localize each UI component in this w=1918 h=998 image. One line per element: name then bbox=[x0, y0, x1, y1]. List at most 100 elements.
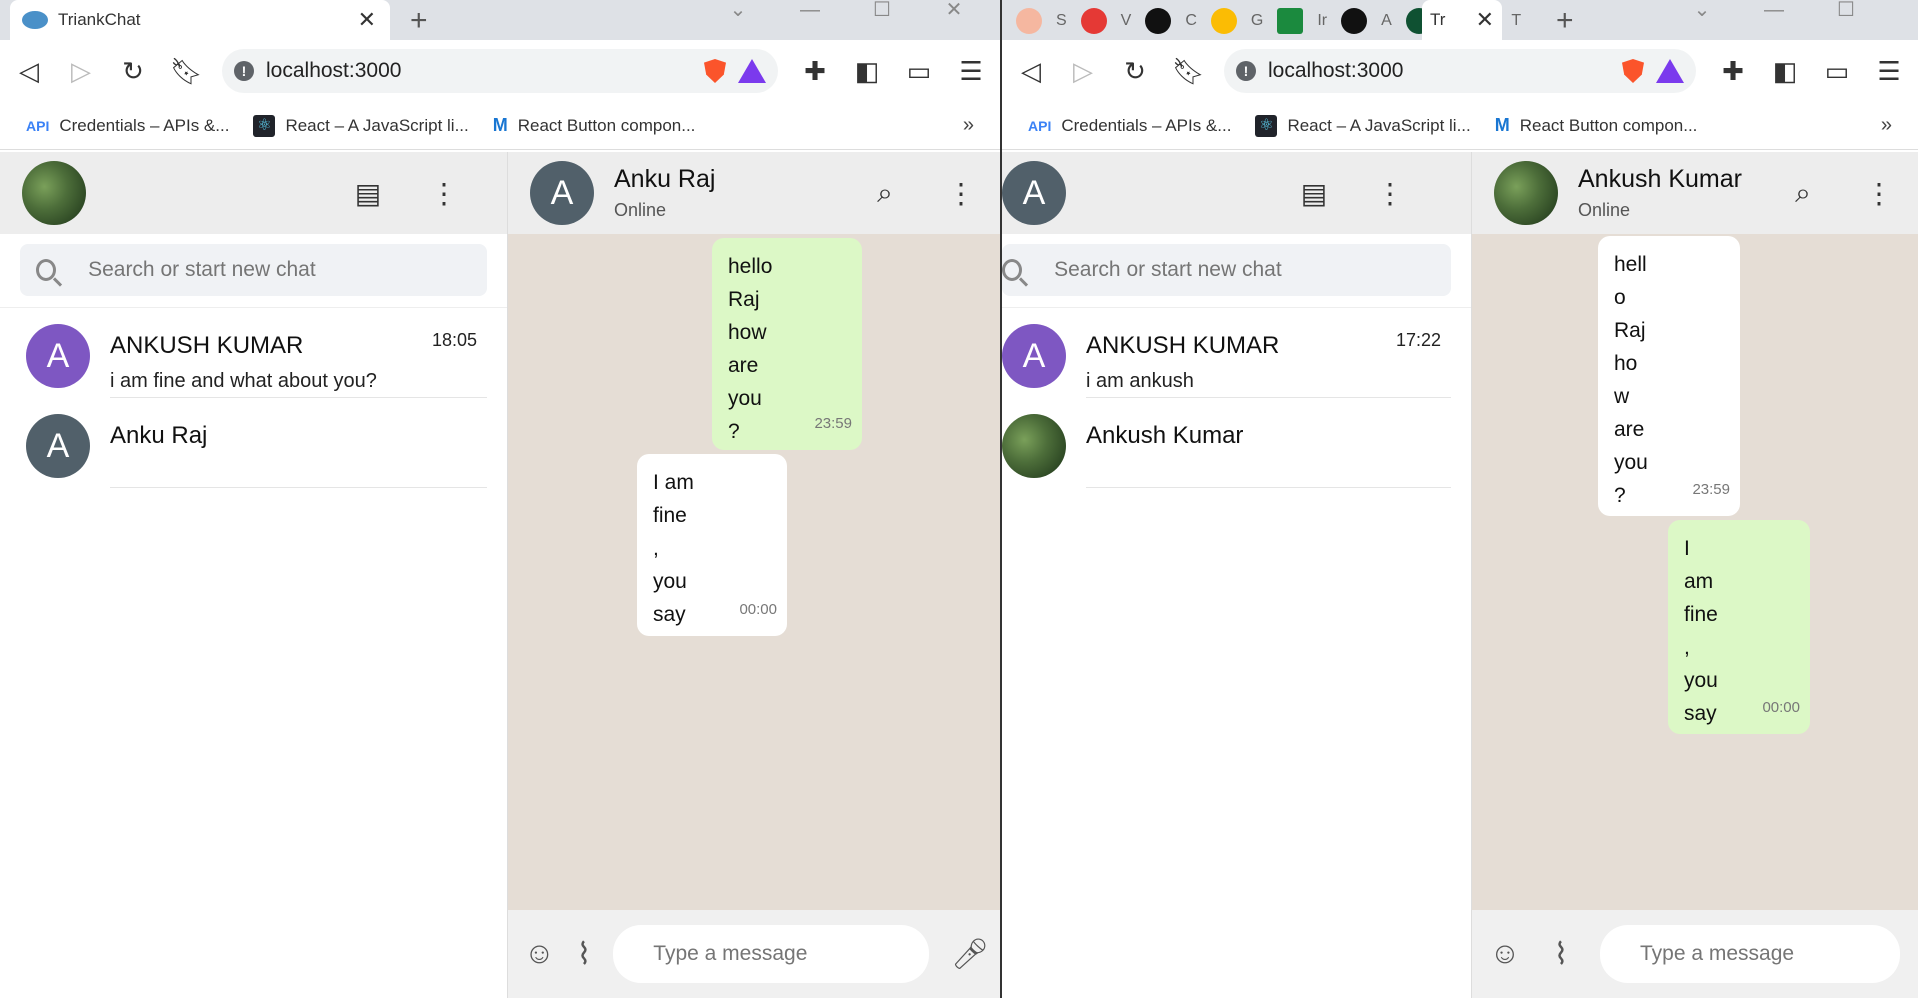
address-bar[interactable]: ! localhost:3000 bbox=[222, 49, 778, 93]
new-tab-icon[interactable]: + bbox=[410, 4, 428, 38]
more-bookmarks-icon[interactable]: » bbox=[963, 114, 974, 137]
react-icon: ⚛ bbox=[253, 114, 276, 137]
more-options-icon[interactable]: ⋮ bbox=[427, 177, 461, 210]
menu-icon[interactable]: ☰ bbox=[956, 56, 986, 87]
brave-rewards-icon[interactable] bbox=[1656, 59, 1684, 83]
api-icon: API bbox=[1028, 117, 1052, 134]
attach-icon[interactable]: ⌇ bbox=[577, 937, 592, 972]
more-bookmarks-icon[interactable]: » bbox=[1881, 114, 1892, 137]
minimize-icon[interactable]: — bbox=[774, 0, 846, 20]
bookmark-icon[interactable]: 🔖︎ bbox=[1172, 56, 1205, 87]
reload-icon[interactable]: ↻ bbox=[1120, 56, 1150, 87]
info-icon[interactable]: ! bbox=[1236, 61, 1256, 81]
pinned-tab-icon[interactable] bbox=[1016, 8, 1042, 34]
react-icon: ⚛ bbox=[1255, 114, 1278, 137]
peer-name: Ankush Kumar bbox=[1578, 165, 1742, 193]
wallet-icon[interactable]: ▭ bbox=[904, 56, 934, 87]
new-tab-icon[interactable]: + bbox=[1556, 4, 1574, 38]
close-tab-icon[interactable]: ✕ bbox=[1476, 7, 1494, 33]
tab-label: A bbox=[1381, 12, 1392, 29]
bookmark-react[interactable]: ⚛ React – A JavaScript li... bbox=[1255, 114, 1471, 137]
bookmarks-bar: API Credentials – APIs &... ⚛ React – A Ja… bbox=[0, 102, 1000, 150]
more-options-icon[interactable]: ⋮ bbox=[1373, 177, 1407, 210]
bookmark-react-button[interactable]: M React Button compon... bbox=[493, 115, 696, 136]
new-chat-icon[interactable]: ▤ bbox=[351, 177, 385, 210]
bookmark-credentials[interactable]: API Credentials – APIs &... bbox=[1028, 116, 1231, 136]
microphone-icon[interactable]: 🎤︎ bbox=[951, 937, 989, 972]
list-item[interactable]: A ANKUSH KUMAR i am ankush 17:22 bbox=[1002, 308, 1471, 398]
tab-title: TriankChat bbox=[58, 10, 141, 29]
mui-icon: M bbox=[492, 115, 508, 135]
list-item[interactable]: Ankush Kumar bbox=[1002, 398, 1471, 488]
sidebar-icon[interactable]: ◧ bbox=[852, 56, 882, 87]
list-item[interactable]: A Anku Raj bbox=[0, 398, 507, 488]
conversation-pane: A Anku Raj Online ⌕ ⋮ hello Raj how are … bbox=[508, 152, 1000, 998]
minimize-icon[interactable]: — bbox=[1738, 0, 1810, 20]
back-icon[interactable]: ◁ bbox=[14, 56, 44, 87]
more-options-icon[interactable]: ⋮ bbox=[1862, 177, 1896, 210]
bookmarks-bar: API Credentials – APIs &... ⚛ React – A Ja… bbox=[1002, 102, 1918, 150]
tab-search-icon[interactable]: ⌄ bbox=[702, 0, 774, 20]
avatar[interactable]: A bbox=[530, 161, 594, 225]
url-text: localhost:3000 bbox=[1268, 59, 1404, 82]
chat-time: 17:22 bbox=[1395, 330, 1441, 350]
w3-tab-icon[interactable] bbox=[1277, 8, 1304, 34]
bookmark-credentials[interactable]: API Credentials – APIs &... bbox=[26, 116, 229, 136]
brave-shield-icon[interactable] bbox=[1622, 59, 1644, 83]
chat-name: Ankush Kumar bbox=[1086, 422, 1244, 449]
avatar[interactable] bbox=[22, 161, 86, 225]
avatar[interactable] bbox=[1494, 161, 1558, 225]
brave-shield-icon[interactable] bbox=[704, 59, 726, 83]
more-options-icon[interactable]: ⋮ bbox=[944, 177, 978, 210]
search-box bbox=[1002, 244, 1451, 296]
search-icon bbox=[36, 259, 57, 281]
message-line: o bbox=[1614, 286, 1626, 309]
close-window-icon[interactable]: ✕ bbox=[918, 0, 990, 20]
reload-icon[interactable]: ↻ bbox=[118, 56, 148, 87]
message-input[interactable] bbox=[1640, 942, 1860, 966]
info-icon[interactable]: ! bbox=[234, 61, 254, 81]
chat-name: Anku Raj bbox=[110, 422, 208, 449]
search-messages-icon[interactable]: ⌕ bbox=[868, 177, 902, 210]
bookmark-icon[interactable]: 🔖︎ bbox=[170, 56, 203, 87]
search-input[interactable] bbox=[88, 258, 471, 282]
github-tab-icon[interactable] bbox=[1341, 8, 1368, 34]
extensions-icon[interactable]: ✚ bbox=[1718, 56, 1748, 87]
mongodb-tab-icon[interactable] bbox=[1145, 8, 1172, 34]
forward-icon[interactable]: ▷ bbox=[1068, 56, 1098, 87]
message-line: how bbox=[728, 321, 767, 344]
menu-icon[interactable]: ☰ bbox=[1874, 56, 1904, 87]
bookmark-react[interactable]: ⚛ React – A JavaScript li... bbox=[253, 114, 469, 137]
message-line: Raj bbox=[1614, 319, 1646, 342]
close-tab-icon[interactable]: ✕ bbox=[358, 7, 376, 33]
maximize-icon[interactable]: ☐ bbox=[846, 0, 918, 20]
message-line: w bbox=[1614, 385, 1630, 408]
maximize-icon[interactable]: ☐ bbox=[1810, 0, 1882, 20]
gmail-tab-icon[interactable] bbox=[1080, 8, 1107, 34]
avatar[interactable]: A bbox=[1002, 161, 1066, 225]
forward-icon[interactable]: ▷ bbox=[66, 56, 96, 87]
message-line: am bbox=[1684, 570, 1714, 593]
brave-rewards-icon[interactable] bbox=[738, 59, 766, 83]
extensions-icon[interactable]: ✚ bbox=[800, 56, 830, 87]
search-messages-icon[interactable]: ⌕ bbox=[1786, 177, 1820, 210]
bookmark-react-button[interactable]: M React Button compon... bbox=[1495, 115, 1698, 136]
emoji-icon[interactable]: ☺ bbox=[1488, 937, 1522, 971]
list-item[interactable]: A ANKUSH KUMAR i am fine and what about … bbox=[0, 308, 507, 398]
message-input-wrap bbox=[613, 925, 930, 983]
new-chat-icon[interactable]: ▤ bbox=[1297, 177, 1331, 210]
tab-triankchat[interactable]: TriankChat ✕ bbox=[10, 0, 390, 40]
tab-triankchat[interactable]: Tr ✕ bbox=[1422, 0, 1502, 40]
sidebar-icon[interactable]: ◧ bbox=[1770, 56, 1800, 87]
emoji-icon[interactable]: ☺ bbox=[524, 937, 555, 971]
browser-window-left: TriankChat ✕ + ⌄ — ☐ ✕ ◁ ▷ ↻ 🔖︎ ! localh… bbox=[0, 0, 1000, 998]
google-cloud-tab-icon[interactable] bbox=[1210, 8, 1237, 34]
message-input[interactable] bbox=[653, 942, 890, 966]
avatar: A bbox=[26, 324, 90, 388]
back-icon[interactable]: ◁ bbox=[1016, 56, 1046, 87]
wallet-icon[interactable]: ▭ bbox=[1822, 56, 1852, 87]
attach-icon[interactable]: ⌇ bbox=[1544, 937, 1578, 972]
address-bar[interactable]: ! localhost:3000 bbox=[1224, 49, 1696, 93]
search-input[interactable] bbox=[1054, 258, 1435, 282]
tab-search-icon[interactable]: ⌄ bbox=[1666, 0, 1738, 20]
